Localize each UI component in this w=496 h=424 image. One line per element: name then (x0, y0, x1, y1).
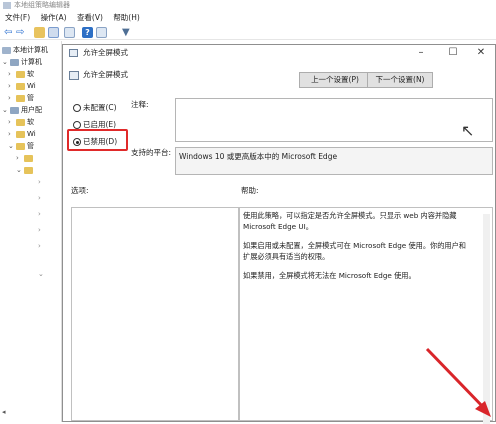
show-hide-tree-icon[interactable] (48, 27, 59, 38)
tree-item-user-windows[interactable]: › Wi (8, 129, 36, 140)
folder-icon (16, 130, 25, 138)
radio-circle[interactable] (73, 121, 81, 129)
folder-icon (16, 118, 25, 126)
chevron-right-icon[interactable]: › (8, 81, 16, 92)
comment-textarea[interactable] (175, 98, 493, 142)
folder-icon (16, 142, 25, 150)
computer-icon (10, 58, 19, 66)
close-button[interactable]: ✕ (467, 45, 495, 61)
chevron-down-icon[interactable]: ⌄ (8, 141, 16, 152)
tree-item-admin[interactable]: › 管 (8, 93, 34, 104)
menu-bar: 文件(F) 操作(A) 查看(V) 帮助(H) (0, 11, 496, 25)
window-title: 本地组策略编辑器 (0, 0, 496, 11)
policy-dialog: 允许全屏模式 – ☐ ✕ 允许全屏模式 上一个设置(P) 下一个设置(N) 未配… (62, 44, 496, 424)
arrow-shaft (425, 347, 487, 411)
export-list-icon[interactable] (64, 27, 75, 38)
navigation-tree: 本地计算机 ⌄ 计算机 › 软 › Wi › 管 ⌄ 用户配 › 软 › Wi ⌄ 管 › ⌄ … (0, 41, 62, 422)
tree-expander[interactable]: › (38, 241, 41, 252)
app-icon (3, 2, 11, 9)
folder-icon (24, 154, 33, 162)
options-label: 选项: (71, 186, 89, 195)
tree-subitem[interactable]: ⌄ (16, 165, 35, 176)
chevron-right-icon[interactable]: › (8, 117, 16, 128)
back-arrow-icon[interactable]: ⇦ (4, 27, 15, 38)
window-title-text: 本地组策略编辑器 (14, 1, 70, 9)
tree-item-user-software[interactable]: › 软 (8, 117, 34, 128)
toolbar: ⇦ ⇨ ? ▼ (0, 25, 496, 40)
computer-policy-icon (2, 46, 11, 54)
tree-expander[interactable]: › (38, 225, 41, 236)
filter-icon[interactable]: ▼ (122, 27, 133, 38)
user-icon (10, 106, 19, 114)
arrow-head (475, 401, 491, 417)
chevron-right-icon[interactable]: › (8, 129, 16, 140)
tree-subitem[interactable]: › (16, 153, 35, 164)
previous-setting-button[interactable]: 上一个设置(P) (299, 72, 371, 88)
chevron-right-icon[interactable]: › (8, 69, 16, 80)
help-text: 使用此策略，可以指定是否允许全屏模式。只显示 web 内容并隐藏 Microso… (243, 210, 473, 289)
tree-item-windows[interactable]: › Wi (8, 81, 36, 92)
chevron-down-icon[interactable]: ⌄ (2, 57, 10, 68)
options-panel (71, 207, 239, 421)
chevron-down-icon[interactable]: ⌄ (2, 105, 10, 116)
chevron-right-icon[interactable]: › (8, 93, 16, 104)
help-label: 帮助: (241, 186, 259, 195)
mouse-cursor-icon: ↖ (461, 121, 475, 140)
tree-item-user-config[interactable]: ⌄ 用户配 (2, 105, 42, 116)
tree-item-software[interactable]: › 软 (8, 69, 34, 80)
supported-platform-label: 支持的平台: (131, 148, 172, 157)
tree-expander[interactable]: › (38, 209, 41, 220)
minimize-button[interactable]: – (407, 45, 435, 61)
menu-action[interactable]: 操作(A) (41, 11, 67, 25)
chevron-down-icon[interactable]: ⌄ (16, 165, 24, 176)
menu-view[interactable]: 查看(V) (77, 11, 103, 25)
menu-file[interactable]: 文件(F) (5, 11, 30, 25)
gpedit-window: 本地组策略编辑器 文件(F) 操作(A) 查看(V) 帮助(H) ⇦ ⇨ ? ▼… (0, 0, 496, 424)
help-icon[interactable]: ? (82, 27, 93, 38)
tree-item-local-computer[interactable]: 本地计算机 (2, 45, 48, 56)
menu-help[interactable]: 帮助(H) (113, 11, 140, 25)
folder-up-icon[interactable] (34, 27, 45, 38)
tree-expander[interactable]: ⌄ (38, 269, 44, 280)
maximize-button[interactable]: ☐ (439, 45, 467, 61)
dialog-title: 允许全屏模式 (83, 48, 128, 57)
tree-expander[interactable]: › (38, 193, 41, 204)
red-arrow-annotation (425, 347, 491, 417)
highlight-box (67, 129, 128, 151)
dialog-header-text: 允许全屏模式 (83, 70, 128, 79)
tree-item-computer[interactable]: ⌄ 计算机 (2, 57, 42, 68)
folder-icon (16, 70, 25, 78)
radio-not-configured[interactable]: 未配置(C) (73, 102, 117, 113)
comment-label: 注释: (131, 100, 149, 109)
folder-icon (16, 82, 25, 90)
policy-icon (69, 49, 78, 57)
radio-circle[interactable] (73, 104, 81, 112)
forward-arrow-icon[interactable]: ⇨ (16, 27, 27, 38)
next-setting-button[interactable]: 下一个设置(N) (367, 72, 433, 88)
properties-icon[interactable] (96, 27, 107, 38)
help-paragraph: 如果禁用，全屏模式将无法在 Microsoft Edge 使用。 (243, 271, 416, 280)
supported-platform-value: Windows 10 或更高版本中的 Microsoft Edge (175, 147, 493, 175)
chevron-right-icon[interactable]: › (16, 153, 24, 164)
help-paragraph: 如果启用或未配置，全屏模式可在 Microsoft Edge 使用。你的用户和扩… (243, 241, 466, 261)
folder-icon (16, 94, 25, 102)
tree-expander[interactable]: › (38, 177, 41, 188)
dialog-header: 允许全屏模式 (67, 67, 227, 83)
folder-icon (24, 166, 33, 174)
tree-scroll-left-icon[interactable]: ◂ (2, 407, 6, 418)
tree-item-user-admin[interactable]: ⌄ 管 (8, 141, 34, 152)
help-paragraph: 使用此策略，可以指定是否允许全屏模式。只显示 web 内容并隐藏 Microso… (243, 211, 457, 231)
